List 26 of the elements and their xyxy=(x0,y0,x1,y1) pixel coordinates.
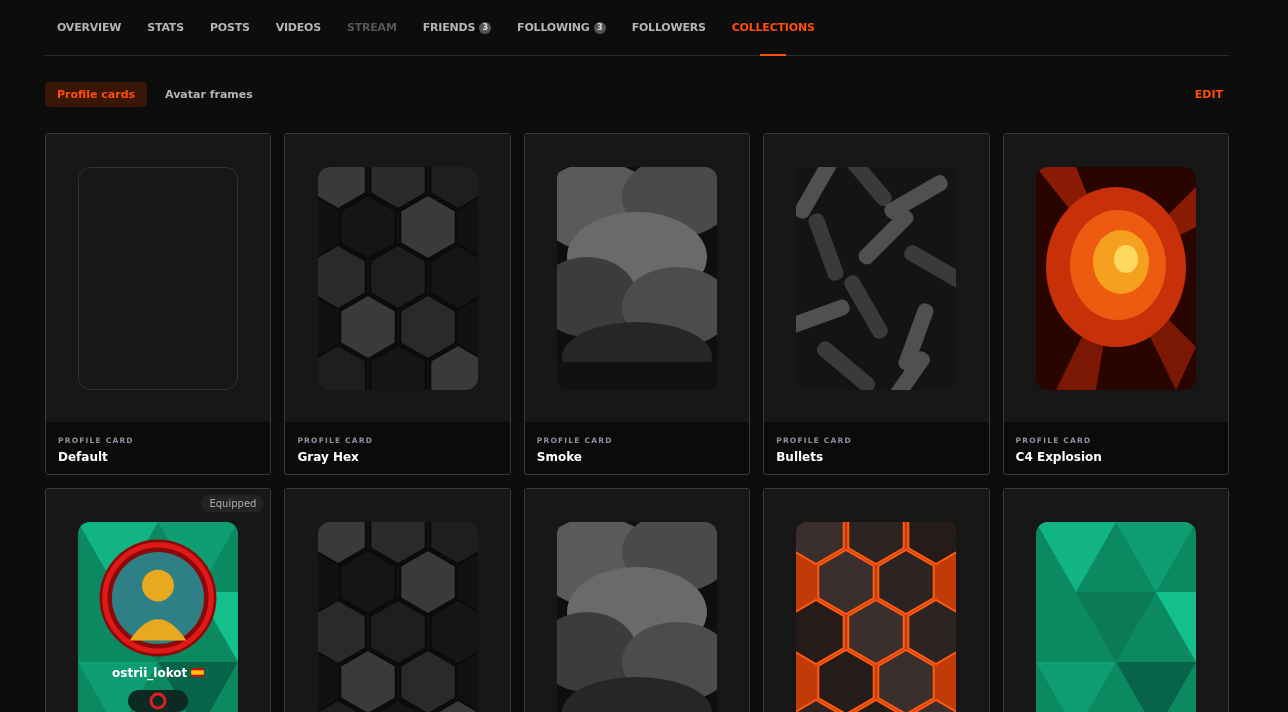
card-name: C4 Explosion xyxy=(1015,450,1103,464)
count-badge: 3 xyxy=(479,21,492,34)
collection-tab[interactable]: Avatar frames xyxy=(153,82,265,107)
edit-button[interactable]: EDIT xyxy=(1188,84,1229,105)
profile-tab[interactable]: OVERVIEW xyxy=(45,0,134,55)
flag-icon xyxy=(191,668,205,677)
profile-tab[interactable]: COLLECTIONS xyxy=(719,0,827,55)
equipped-badge: Equipped xyxy=(201,495,265,512)
ring-icon xyxy=(148,690,169,711)
profile-tab[interactable]: FOLLOWING 3 xyxy=(505,0,618,55)
card-name: Gray Hex xyxy=(297,450,360,464)
card-name: Default xyxy=(58,450,109,464)
collection-tab[interactable]: Profile cards xyxy=(45,82,148,107)
profile-tab[interactable]: FRIENDS 3 xyxy=(410,0,504,55)
username: ostrii_lokot xyxy=(112,665,188,680)
profile-tab[interactable]: STATS xyxy=(135,0,196,55)
profile-tab[interactable]: FOLLOWERS xyxy=(619,0,718,55)
card-name: Bullets xyxy=(776,450,825,464)
profile-tab[interactable]: VIDEOS xyxy=(263,0,333,55)
profile-card[interactable] xyxy=(763,488,990,712)
profile-card[interactable]: Equipped ostrii_lokot xyxy=(45,488,272,712)
count-badge: 3 xyxy=(593,21,606,34)
profile-tab[interactable]: POSTS xyxy=(197,0,262,55)
profile-card[interactable] xyxy=(1002,488,1229,712)
profile-card[interactable] xyxy=(523,488,751,712)
card-name: Smoke xyxy=(536,450,583,464)
